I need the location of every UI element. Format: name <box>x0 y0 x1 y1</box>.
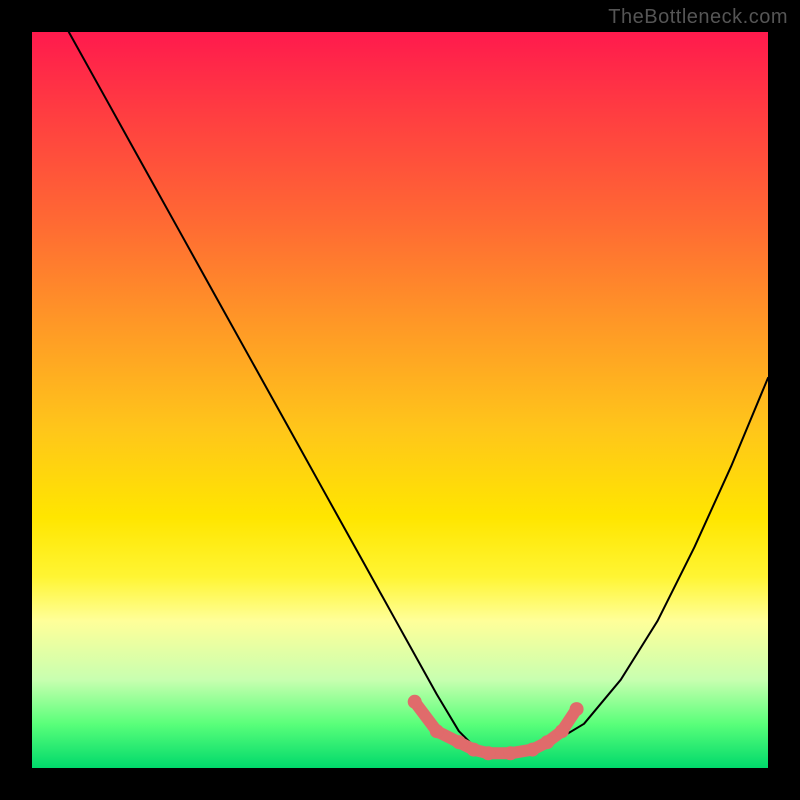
chart-frame: { "watermark": "TheBottleneck.com", "cha… <box>0 0 800 800</box>
watermark-text: TheBottleneck.com <box>608 6 788 29</box>
curve-layer <box>32 32 768 768</box>
bottleneck-curve-path <box>69 32 768 753</box>
highlight-band-path <box>408 695 584 761</box>
gradient-plot-area <box>32 32 768 768</box>
